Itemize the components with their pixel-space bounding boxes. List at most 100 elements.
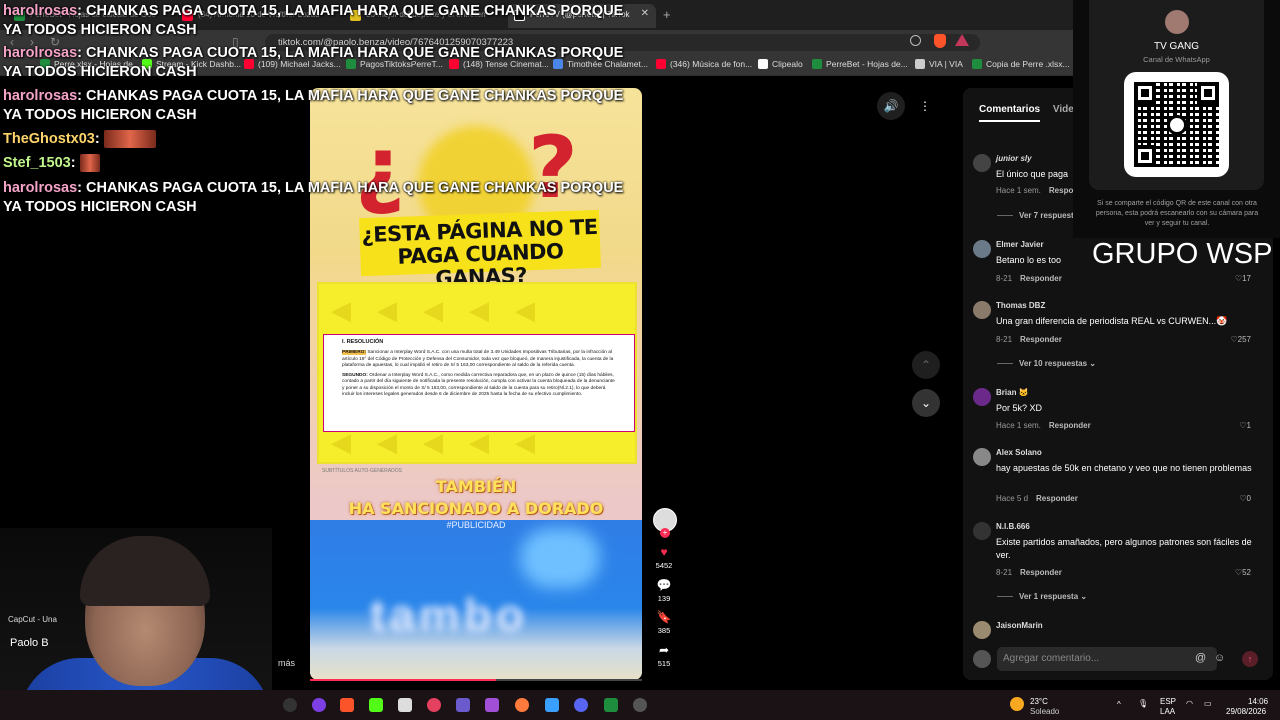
next-video-icon[interactable]: ⌄	[912, 389, 940, 417]
app-icon[interactable]	[283, 698, 297, 712]
language-layout[interactable]: LAA	[1160, 707, 1175, 716]
comment-like[interactable]: ♡17	[1235, 274, 1251, 283]
reply-button[interactable]: Responder	[1049, 421, 1091, 430]
comment-username[interactable]: JaisonMarin	[996, 621, 1043, 630]
comment-text: Por 5k? XD	[996, 403, 1043, 413]
chat-username: harolrosas	[3, 45, 78, 61]
avatar[interactable]	[973, 448, 991, 466]
view-replies-button[interactable]: Ver 10 respuestas ⌄	[1019, 359, 1096, 368]
comment-input[interactable]: Agregar comentario...	[997, 647, 1217, 671]
comment-username[interactable]: N.I.B.666	[996, 522, 1030, 531]
comment-username[interactable]: Brian 🐱	[996, 388, 1029, 397]
volume-icon[interactable]: 🔊	[877, 92, 905, 120]
bookmark-item[interactable]: PerreBet - Hojas de...	[812, 59, 908, 69]
comment-count: 139	[657, 594, 671, 603]
brave-icon[interactable]	[340, 698, 354, 712]
send-button[interactable]: ↑	[1242, 651, 1258, 667]
zoom-icon[interactable]	[910, 35, 921, 46]
app-icon[interactable]	[312, 698, 326, 712]
share-action[interactable]: ➦ 515	[651, 643, 677, 668]
chat-text: CHANKAS PAGA CUOTA 15, LA MAFIA HARA QUE…	[86, 45, 624, 61]
comment-username[interactable]: Elmer Javier	[996, 240, 1044, 249]
bookmark-item[interactable]: (346) Música de fon...	[656, 59, 752, 69]
more-options-icon[interactable]: ⋮	[911, 92, 939, 120]
obs-icon[interactable]	[633, 698, 647, 712]
comment-username[interactable]: junior sly	[996, 154, 1032, 163]
capcut-icon[interactable]	[398, 698, 412, 712]
bookmark-label: (346) Música de fon...	[670, 59, 753, 69]
avatar[interactable]	[973, 522, 991, 540]
video-progress-track[interactable]	[310, 679, 642, 681]
kick-icon[interactable]	[369, 698, 383, 712]
app-icon[interactable]	[485, 698, 499, 712]
brave-shield-icon[interactable]	[934, 34, 946, 48]
comment-time: 8-21	[996, 274, 1013, 283]
bookmark-item[interactable]: Clipealo	[758, 59, 803, 69]
wifi-icon[interactable]: ◠	[1186, 699, 1193, 708]
like-action[interactable]: ♥ 5452	[651, 545, 677, 570]
tab-comments[interactable]: Comentarios	[979, 104, 1041, 122]
chat-text-cont: YA TODOS HICIERON CASH	[3, 199, 197, 215]
brave-rewards-icon[interactable]	[955, 34, 969, 46]
doc-label: SEGUNDO:	[342, 373, 368, 379]
app-icon[interactable]	[604, 698, 618, 712]
sun-icon	[1010, 697, 1024, 711]
bookmark-item[interactable]: Copia de Perre .xlsx...	[972, 59, 1070, 69]
clock-date[interactable]: 29/08/2026	[1226, 707, 1266, 716]
comment-like[interactable]: ♡257	[1230, 335, 1251, 344]
app-icon[interactable]	[427, 698, 441, 712]
more-link[interactable]: más	[278, 658, 295, 668]
app-icon[interactable]	[515, 698, 529, 712]
avatar[interactable]	[973, 154, 991, 172]
close-tab-icon[interactable]: ✕	[641, 8, 649, 19]
clipealo-icon	[758, 59, 768, 69]
qr-corner	[1197, 82, 1219, 104]
video-caption: TAMBIÉN HA SANCIONADO A DORADO	[310, 476, 642, 520]
caption-line: TAMBIÉN	[435, 477, 517, 496]
question-mark-close: ?	[528, 118, 578, 218]
bookmark-item[interactable]: VIA | VIA	[915, 59, 963, 69]
emoji-icon[interactable]: ☺	[1214, 652, 1225, 664]
weather-desc[interactable]: Soleado	[1030, 707, 1059, 716]
previous-video-icon[interactable]: ⌃	[912, 351, 940, 379]
chat-text-cont: YA TODOS HICIERON CASH	[3, 22, 197, 38]
reply-button[interactable]: Responder	[1020, 274, 1062, 283]
reply-button[interactable]: Responder	[1020, 335, 1062, 344]
new-tab-button[interactable]: +	[663, 7, 671, 22]
heart-icon: ♥	[660, 545, 668, 559]
weather-temp[interactable]: 23°C	[1030, 697, 1048, 706]
microphone-icon[interactable]: 🎙	[1138, 699, 1148, 708]
video-player[interactable]: ¿ ? ¿ESTA PÁGINA NO TE PAGA CUANDO GANAS…	[310, 88, 642, 680]
chat-colon: :	[77, 88, 87, 104]
mention-icon[interactable]: @	[1195, 652, 1206, 664]
language-code[interactable]: ESP	[1160, 697, 1176, 706]
avatar[interactable]	[973, 240, 991, 258]
battery-icon[interactable]: ▭	[1204, 699, 1212, 708]
clock-time[interactable]: 14:06	[1248, 697, 1268, 706]
comment-username[interactable]: Thomas DBZ	[996, 301, 1045, 310]
qr-pattern	[1134, 82, 1219, 167]
save-action[interactable]: 🔖 385	[651, 610, 677, 635]
grid-icon[interactable]	[456, 698, 470, 712]
avatar[interactable]	[973, 621, 991, 639]
tray-chevron-icon[interactable]: ^	[1117, 700, 1121, 709]
comment-meta: 8-21 Responder	[996, 335, 1062, 344]
comment-like[interactable]: ♡1	[1239, 421, 1251, 430]
view-replies-button[interactable]: Ver 1 respuesta ⌄	[1019, 592, 1087, 601]
discord-icon[interactable]	[574, 698, 588, 712]
app-icon[interactable]	[545, 698, 559, 712]
comment-username[interactable]: Alex Solano	[996, 448, 1042, 457]
comment-action[interactable]: 💬 139	[651, 578, 677, 603]
avatar[interactable]	[973, 388, 991, 406]
chat-message: harolrosas: CHANKAS PAGA CUOTA 15, LA MA…	[3, 44, 623, 63]
reply-button[interactable]: Responder	[1036, 494, 1078, 503]
reply-button[interactable]: Responder	[1020, 568, 1062, 577]
comment-time: Hace 5 d	[996, 494, 1029, 503]
chat-colon: :	[70, 155, 80, 171]
comment-like[interactable]: ♡52	[1235, 568, 1251, 577]
follow-plus-icon[interactable]: +	[660, 528, 670, 538]
chat-username: Stef_1503	[3, 155, 71, 171]
comment-like[interactable]: ♡0	[1239, 494, 1251, 503]
avatar[interactable]	[973, 301, 991, 319]
comment-text: Existe partidos amañados, pero algunos p…	[996, 537, 1252, 560]
